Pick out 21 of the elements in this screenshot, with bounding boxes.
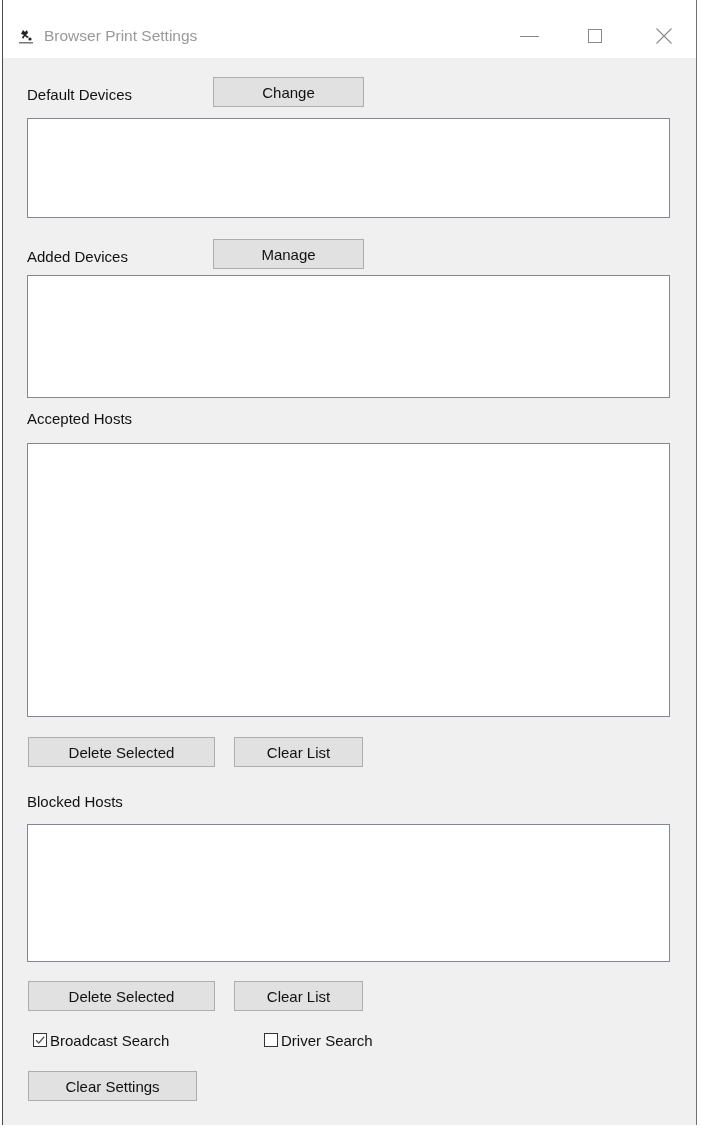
section-label: Accepted Hosts (27, 409, 134, 427)
minimize-icon[interactable] (520, 35, 539, 37)
section-label: Blocked Hosts (27, 792, 124, 810)
section-label: Added Devices (27, 247, 129, 265)
clear-settings-button[interactable]: Clear Settings (28, 1071, 197, 1101)
section-label: Default Devices (27, 85, 134, 103)
checkbox[interactable] (33, 1033, 47, 1047)
section-button[interactable]: Change (213, 77, 364, 107)
section-button[interactable]: Manage (213, 239, 364, 269)
checkbox[interactable] (264, 1033, 278, 1047)
close-icon[interactable] (656, 28, 672, 44)
window-title: Browser Print Settings (44, 27, 198, 45)
list-action-button[interactable]: Clear List (234, 737, 363, 767)
list-action-button[interactable]: Delete Selected (28, 737, 215, 767)
checkbox-label: Broadcast Search (50, 1031, 170, 1049)
list-action-button[interactable]: Delete Selected (28, 981, 215, 1011)
checkbox-label: Driver Search (281, 1031, 373, 1049)
list-box[interactable] (27, 118, 670, 218)
maximize-icon[interactable] (588, 29, 602, 43)
app-icon (18, 28, 34, 44)
list-action-button[interactable]: Clear List (234, 981, 363, 1011)
